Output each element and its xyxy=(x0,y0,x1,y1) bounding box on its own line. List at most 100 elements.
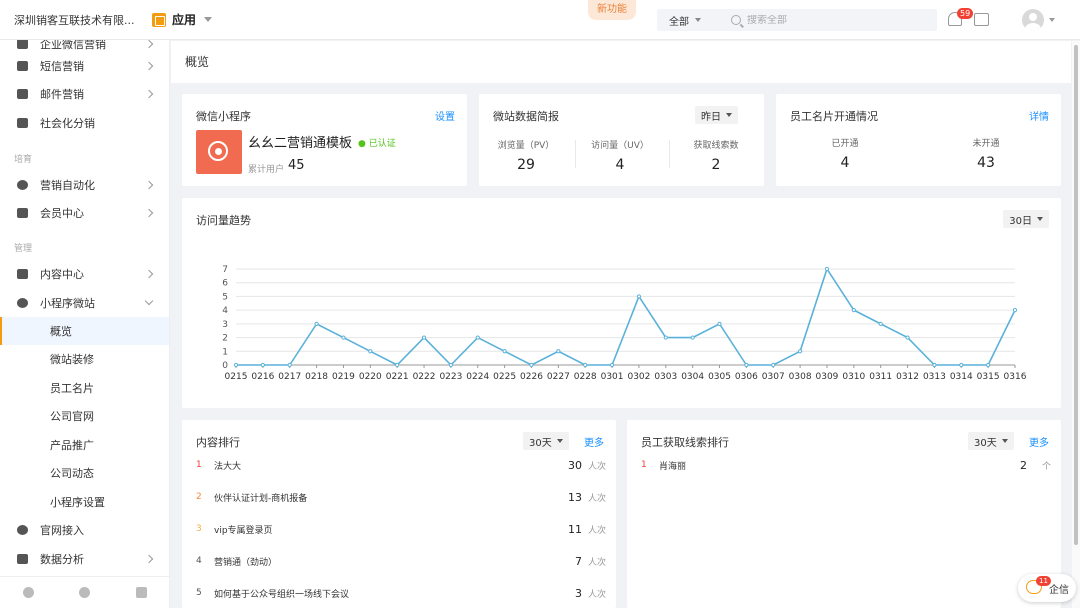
rank-number: 1 xyxy=(196,460,202,470)
global-search: 全部 xyxy=(657,9,937,31)
more-link[interactable]: 更多 xyxy=(1029,434,1049,449)
card-status-card: 员工名片开通情况 详情 已开通 4 未开通 43 xyxy=(776,94,1061,186)
rank-name: vip专属登录页 xyxy=(214,525,273,536)
lead-period-select[interactable]: 30天 xyxy=(968,432,1014,450)
content-period-select[interactable]: 30天 xyxy=(523,432,569,450)
sidebar-group-label: 培育 xyxy=(14,155,33,165)
chevron-right-icon xyxy=(144,554,154,564)
y-tick-label: 7 xyxy=(222,265,228,275)
rank-unit: 人次 xyxy=(587,493,606,504)
x-tick-label: 0228 xyxy=(574,372,597,382)
sidebar-sub-news[interactable]: 公司动态 xyxy=(0,459,169,487)
sidebar-sub-overview[interactable]: 概览 xyxy=(0,317,169,345)
data-point xyxy=(583,362,588,368)
x-tick-label: 0216 xyxy=(251,372,274,382)
stat-value: 43 xyxy=(977,155,995,171)
detail-link[interactable]: 详情 xyxy=(1029,108,1049,123)
rank-name: 法大大 xyxy=(214,461,242,472)
sidebar-item-content[interactable]: 内容中心 xyxy=(0,260,169,288)
sidebar-sub-website[interactable]: 公司官网 xyxy=(0,402,169,430)
sidebar-item-analytics[interactable]: 数据分析 xyxy=(0,545,169,573)
sidebar: 企业微信营销 短信营销 邮件营销 社会化分销 培育 营销自动化 会员中心 管理 … xyxy=(0,40,170,608)
data-point xyxy=(314,321,319,326)
data-point xyxy=(932,362,937,368)
data-point xyxy=(260,362,265,368)
rank-number: 1 xyxy=(641,460,647,470)
lead-rank-card: 员工获取线索排行 30天 更多 1 肖海丽 2 个 xyxy=(627,420,1061,608)
template-name: 幺幺二营销通模板 xyxy=(248,136,353,151)
x-tick-label: 0314 xyxy=(950,372,973,382)
x-tick-label: 0309 xyxy=(816,372,839,382)
sidebar-item-label: 企业微信营销 xyxy=(40,40,106,51)
data-point xyxy=(395,362,400,368)
inbox-icon[interactable] xyxy=(974,13,989,26)
card-title: 员工名片开通情况 xyxy=(790,110,878,123)
data-point xyxy=(744,362,749,368)
sidebar-item-miniprogram[interactable]: 小程序微站 xyxy=(0,289,169,317)
list-item[interactable]: 1 法大大 30 人次 xyxy=(196,455,606,475)
chevron-down-icon xyxy=(1001,439,1008,443)
list-item[interactable]: 1 肖海丽 2 个 xyxy=(641,455,1051,475)
data-point xyxy=(690,335,695,340)
sidebar-item-label: 社会化分销 xyxy=(40,117,95,130)
collapse-icon[interactable] xyxy=(136,587,148,598)
page-title: 概览 xyxy=(171,41,1071,83)
search-input[interactable] xyxy=(747,14,927,26)
search-scope-select[interactable]: 全部 xyxy=(657,13,717,28)
list-item[interactable]: 3 vip专属登录页 11 人次 xyxy=(196,519,606,539)
chevron-down-icon xyxy=(144,296,154,306)
sidebar-item-label: 会员中心 xyxy=(40,207,84,220)
sidebar-item-label: 短信营销 xyxy=(40,60,84,73)
y-tick-label: 4 xyxy=(222,306,228,316)
period-select[interactable]: 昨日 xyxy=(695,106,738,124)
data-point xyxy=(448,362,453,368)
data-point xyxy=(502,349,507,354)
sidebar-item-automation[interactable]: 营销自动化 xyxy=(0,171,169,199)
avatar[interactable] xyxy=(1022,9,1044,31)
divider xyxy=(575,140,576,168)
sidebar-item-distribution[interactable]: 社会化分销 xyxy=(0,109,169,137)
chevron-right-icon xyxy=(144,208,154,218)
x-tick-label: 0312 xyxy=(896,372,919,382)
sidebar-sub-site-decor[interactable]: 微站装修 xyxy=(0,345,169,373)
chat-button[interactable]: 11 企信 xyxy=(1018,574,1076,602)
chevron-right-icon xyxy=(144,40,154,49)
scrollbar[interactable] xyxy=(1072,41,1080,608)
sidebar-item-sms[interactable]: 短信营销 xyxy=(0,52,169,80)
data-point xyxy=(556,349,561,354)
visit-trend-card: 访问量趋势 30日 0 1 2 3 4 5 6 7 0215 0216 0217 0218 0219 02… xyxy=(182,198,1061,408)
x-tick-label: 0225 xyxy=(493,372,516,382)
data-point xyxy=(233,362,239,368)
list-item[interactable]: 2 伙伴认证计划-商机报备 13 人次 xyxy=(196,487,606,507)
scrollbar-thumb[interactable] xyxy=(1074,45,1078,545)
data-point xyxy=(959,362,964,368)
x-tick-label: 0222 xyxy=(413,372,436,382)
total-users-label: 累计用户 xyxy=(248,165,285,175)
company-name[interactable]: 深圳销客互联技术有限... xyxy=(0,12,150,28)
settings-link[interactable]: 设置 xyxy=(435,108,455,123)
period-label: 30天 xyxy=(974,437,997,449)
sidebar-item-mail[interactable]: 邮件营销 xyxy=(0,80,169,108)
rank-unit: 个 xyxy=(1041,461,1051,472)
chevron-down-icon xyxy=(726,113,732,117)
chat-label: 企信 xyxy=(1049,584,1069,596)
stat-uv: 访问量（UV） 4 xyxy=(585,138,655,173)
search-scope-label: 全部 xyxy=(669,16,689,28)
list-item[interactable]: 5 如何基于公众号组织一场线下会议 3 人次 xyxy=(196,583,606,603)
new-feature-badge[interactable]: 新功能 xyxy=(588,0,636,20)
list-item[interactable]: 4 营销通（劲动） 7 人次 xyxy=(196,551,606,571)
sidebar-sub-settings[interactable]: 小程序设置 xyxy=(0,488,169,516)
chevron-down-icon[interactable] xyxy=(1049,18,1055,22)
help-icon[interactable] xyxy=(79,587,91,598)
stat-activated: 已开通 4 xyxy=(810,136,880,171)
sidebar-item-website[interactable]: 官网接入 xyxy=(0,516,169,544)
automation-icon xyxy=(17,180,28,190)
sidebar-item-member[interactable]: 会员中心 xyxy=(0,199,169,227)
sidebar-sub-card[interactable]: 员工名片 xyxy=(0,374,169,402)
gear-icon[interactable] xyxy=(22,587,34,598)
x-tick-label: 0221 xyxy=(386,372,409,382)
more-link[interactable]: 更多 xyxy=(584,434,604,449)
app-switcher[interactable]: 应用 xyxy=(152,11,213,28)
sidebar-sub-product[interactable]: 产品推广 xyxy=(0,431,169,459)
rank-name: 伙伴认证计划-商机报备 xyxy=(214,493,308,504)
